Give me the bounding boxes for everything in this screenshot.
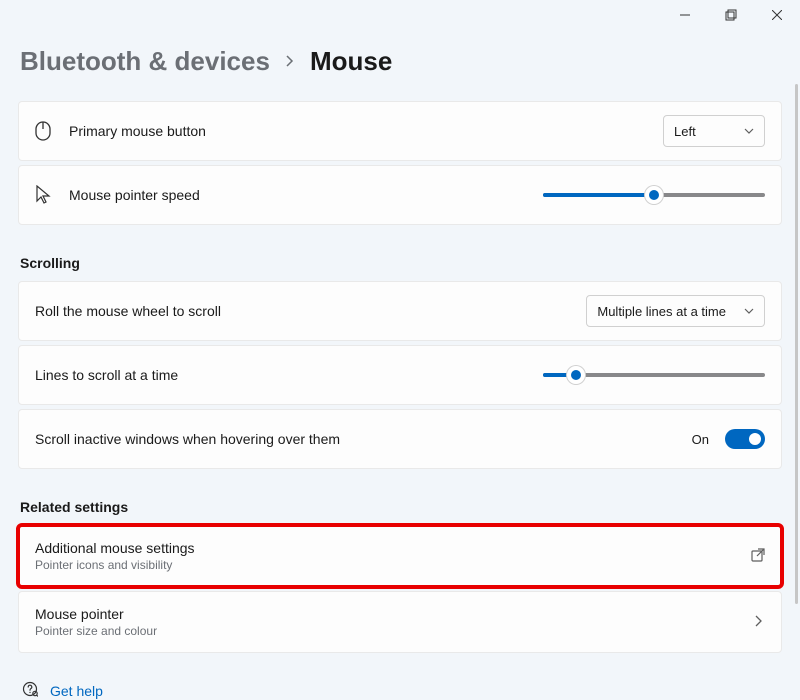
row-label: Primary mouse button xyxy=(69,123,663,139)
slider-thumb[interactable] xyxy=(567,366,585,384)
link-title: Additional mouse settings xyxy=(35,540,751,556)
scrollbar[interactable] xyxy=(795,84,798,604)
minimize-button[interactable] xyxy=(662,0,708,30)
breadcrumb: Bluetooth & devices Mouse xyxy=(20,46,782,77)
toggle-state-text: On xyxy=(692,432,709,447)
link-subtitle: Pointer size and colour xyxy=(35,624,753,638)
link-mouse-pointer[interactable]: Mouse pointer Pointer size and colour xyxy=(18,591,782,653)
row-scroll-wheel: Roll the mouse wheel to scroll Multiple … xyxy=(18,281,782,341)
scroll-wheel-dropdown[interactable]: Multiple lines at a time xyxy=(586,295,765,327)
help-icon xyxy=(22,681,38,700)
row-label: Lines to scroll at a time xyxy=(35,367,543,383)
section-heading-scrolling: Scrolling xyxy=(20,255,782,271)
scroll-inactive-toggle[interactable] xyxy=(725,429,765,449)
slider-fill xyxy=(543,193,654,197)
link-subtitle: Pointer icons and visibility xyxy=(35,558,751,572)
cursor-icon xyxy=(35,185,69,205)
row-lines-to-scroll: Lines to scroll at a time xyxy=(18,345,782,405)
row-pointer-speed: Mouse pointer speed xyxy=(18,165,782,225)
toggle-knob xyxy=(749,433,761,445)
dropdown-value: Left xyxy=(674,124,696,139)
row-scroll-inactive: Scroll inactive windows when hovering ov… xyxy=(18,409,782,469)
close-button[interactable] xyxy=(754,0,800,30)
open-external-icon xyxy=(751,548,765,565)
slider-thumb[interactable] xyxy=(645,186,663,204)
window-controls xyxy=(662,0,800,30)
pointer-speed-slider[interactable] xyxy=(543,185,765,205)
chevron-down-icon xyxy=(744,124,754,139)
get-help-link[interactable]: Get help xyxy=(22,681,782,700)
row-label: Mouse pointer speed xyxy=(69,187,543,203)
maximize-button[interactable] xyxy=(708,0,754,30)
link-label: Get help xyxy=(50,683,103,699)
mouse-icon xyxy=(35,121,69,141)
primary-button-dropdown[interactable]: Left xyxy=(663,115,765,147)
link-additional-mouse-settings[interactable]: Additional mouse settings Pointer icons … xyxy=(18,525,782,587)
section-heading-related: Related settings xyxy=(20,499,782,515)
row-label: Scroll inactive windows when hovering ov… xyxy=(35,431,692,447)
row-primary-mouse-button: Primary mouse button Left xyxy=(18,101,782,161)
breadcrumb-parent[interactable]: Bluetooth & devices xyxy=(20,46,270,77)
lines-to-scroll-slider[interactable] xyxy=(543,365,765,385)
row-label: Roll the mouse wheel to scroll xyxy=(35,303,586,319)
chevron-right-icon xyxy=(284,54,296,70)
chevron-down-icon xyxy=(744,304,754,319)
page-title: Mouse xyxy=(310,46,392,77)
link-title: Mouse pointer xyxy=(35,606,753,622)
chevron-right-icon xyxy=(753,614,765,630)
dropdown-value: Multiple lines at a time xyxy=(597,304,726,319)
